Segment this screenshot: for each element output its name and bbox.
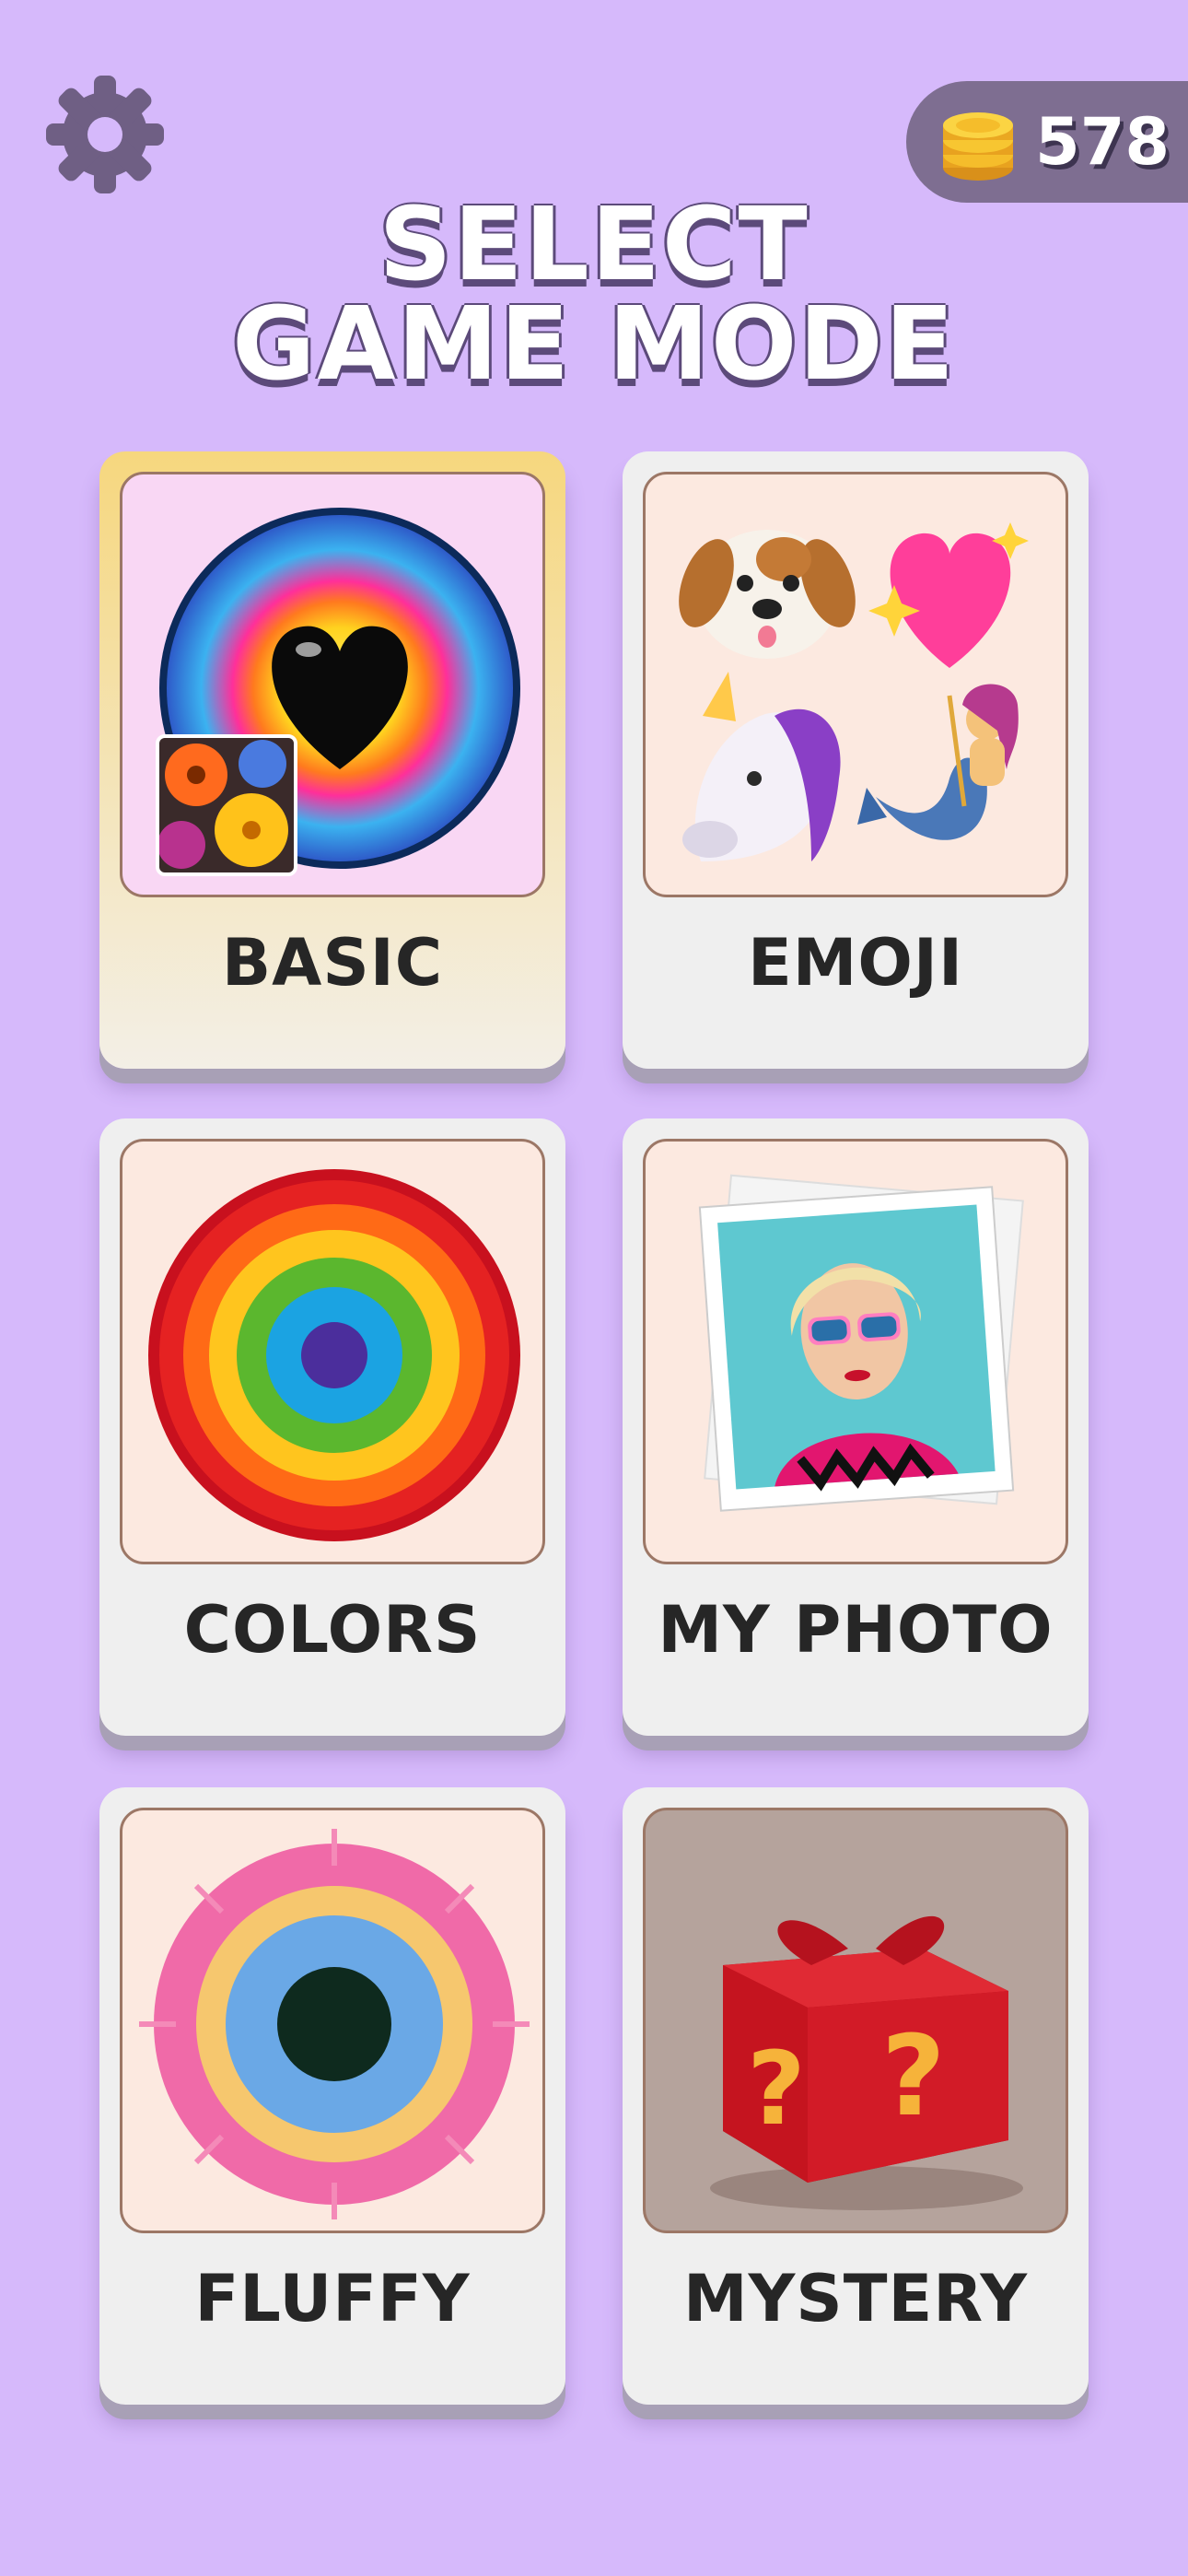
- mermaid-emoji-icon: [857, 684, 1019, 840]
- mode-label: MYSTERY: [682, 2261, 1029, 2336]
- photo-stack-icon: [698, 1174, 1024, 1512]
- mode-image-colors: [120, 1139, 545, 1564]
- mode-label: EMOJI: [747, 925, 964, 1001]
- coin-balance[interactable]: 578: [906, 81, 1188, 203]
- coin-stack-icon: [943, 112, 1013, 181]
- mode-image-emoji: [643, 472, 1068, 897]
- mode-card-fluffy[interactable]: FLUFFY: [99, 1787, 565, 2405]
- mode-card-emoji[interactable]: EMOJI: [623, 451, 1089, 1069]
- mode-label: FLUFFY: [194, 2261, 471, 2336]
- dog-emoji-icon: [679, 530, 856, 659]
- mode-image-my-photo: [643, 1139, 1068, 1564]
- mode-card-my-photo[interactable]: MY PHOTO: [623, 1118, 1089, 1736]
- mode-image-mystery: ? ?: [643, 1808, 1068, 2233]
- svg-text:?: ?: [747, 2030, 806, 2148]
- gear-icon: [46, 76, 164, 193]
- settings-button[interactable]: [42, 72, 168, 197]
- mode-image-fluffy: [120, 1808, 545, 2233]
- mode-label: MY PHOTO: [658, 1592, 1054, 1668]
- coin-count: 578: [1035, 104, 1171, 180]
- svg-text:?: ?: [881, 2013, 946, 2141]
- fluffy-ring-icon: [139, 1829, 530, 2219]
- sparkling-heart-emoji-icon: [868, 522, 1029, 668]
- mode-card-mystery[interactable]: ? ? MYSTERY: [623, 1787, 1089, 2405]
- rainbow-target-icon: [148, 1169, 520, 1541]
- mystery-gift-icon: ? ?: [710, 1915, 1023, 2210]
- page-title-line2: GAME MODE: [232, 285, 956, 403]
- mode-card-colors[interactable]: COLORS: [99, 1118, 565, 1736]
- mode-label: COLORS: [183, 1592, 482, 1668]
- mode-image-basic: [120, 472, 545, 897]
- page-title-line1: SELECT: [379, 185, 809, 303]
- unicorn-emoji-icon: [682, 672, 841, 861]
- mode-card-basic[interactable]: BASIC: [99, 451, 565, 1069]
- flower-thumbnail: [156, 734, 297, 876]
- mode-label: BASIC: [221, 925, 444, 1001]
